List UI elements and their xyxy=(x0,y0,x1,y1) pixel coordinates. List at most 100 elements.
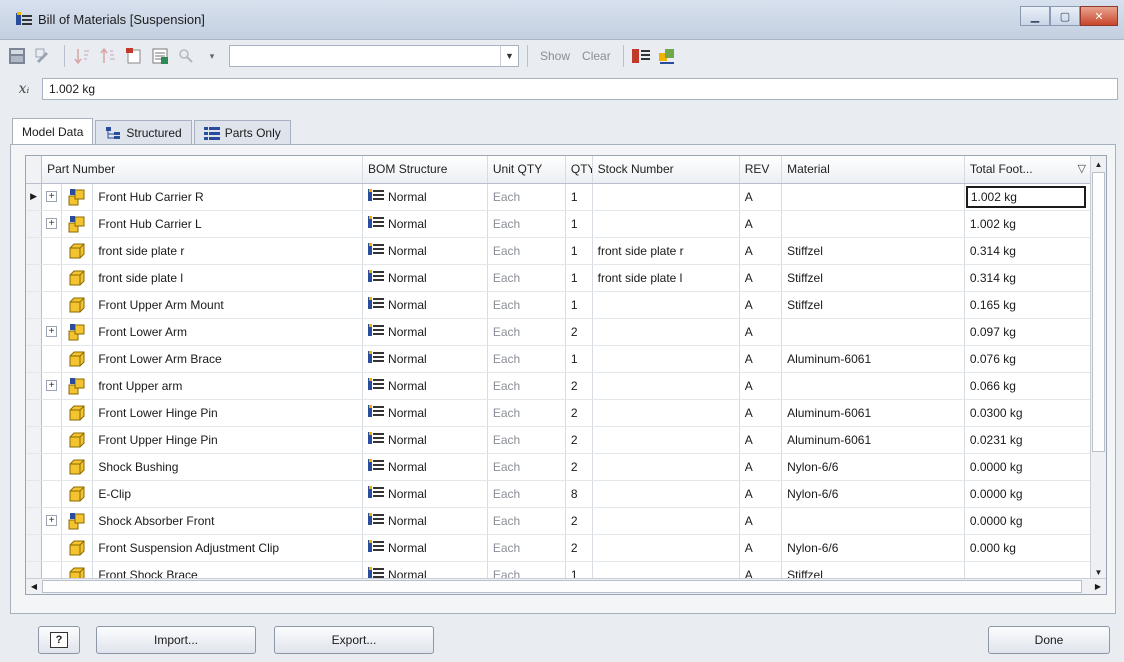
unit-qty-cell[interactable]: Each xyxy=(487,237,566,265)
table-row[interactable]: front side plate r Normal Each 1 front side … xyxy=(26,237,1093,265)
unit-qty-cell[interactable]: Each xyxy=(487,426,566,454)
qty-cell[interactable]: 2 xyxy=(565,453,593,481)
qty-cell[interactable]: 1 xyxy=(565,264,593,292)
total-foot-cell[interactable]: 0.314 kg xyxy=(964,237,1093,265)
row-selector[interactable] xyxy=(26,426,43,454)
rev-cell[interactable]: A xyxy=(739,183,783,211)
total-foot-cell[interactable]: 0.097 kg xyxy=(964,318,1093,346)
qty-cell[interactable]: 1 xyxy=(565,291,593,319)
material-cell[interactable] xyxy=(781,210,965,238)
qty-cell[interactable]: 1 xyxy=(565,345,593,373)
rev-cell[interactable]: A xyxy=(739,237,783,265)
table-row[interactable]: ▶ + Front Hub Carrier R Normal Each 1 A 1.002 k… xyxy=(26,183,1093,211)
stock-number-cell[interactable] xyxy=(592,426,740,454)
rev-cell[interactable]: A xyxy=(739,534,783,562)
row-selector[interactable] xyxy=(26,399,43,427)
rev-cell[interactable]: A xyxy=(739,507,783,535)
material-cell[interactable]: Aluminum-6061 xyxy=(781,345,965,373)
column-chooser-icon[interactable] xyxy=(630,45,652,67)
export-table-icon[interactable] xyxy=(149,45,171,67)
rev-cell[interactable]: A xyxy=(739,264,783,292)
qty-cell[interactable]: 1 xyxy=(565,210,593,238)
stock-number-cell[interactable] xyxy=(592,507,740,535)
row-selector[interactable] xyxy=(26,372,43,400)
unit-qty-cell[interactable]: Each xyxy=(487,210,566,238)
tab-structured[interactable]: Structured xyxy=(95,120,192,144)
row-selector[interactable] xyxy=(26,480,43,508)
table-row[interactable]: Shock Bushing Normal Each 2 A Nylon-6/6 0.0000… xyxy=(26,453,1093,481)
table-row[interactable]: Front Lower Arm Brace Normal Each 1 A Aluminu… xyxy=(26,345,1093,373)
bom-structure-cell[interactable]: Normal xyxy=(362,480,488,508)
stock-number-cell[interactable] xyxy=(592,480,740,508)
unit-qty-cell[interactable]: Each xyxy=(487,480,566,508)
maximize-button[interactable]: ▢ xyxy=(1050,6,1080,26)
table-row[interactable]: Front Upper Arm Mount Normal Each 1 A Stiffze… xyxy=(26,291,1093,319)
qty-cell[interactable]: 2 xyxy=(565,372,593,400)
stock-number-cell[interactable] xyxy=(592,183,740,211)
material-cell[interactable]: Nylon-6/6 xyxy=(781,453,965,481)
part-number-cell[interactable]: Shock Absorber Front xyxy=(92,507,364,535)
expand-icon[interactable]: + xyxy=(46,326,58,337)
part-number-cell[interactable]: front side plate l xyxy=(92,264,364,292)
clear-button[interactable]: Clear xyxy=(582,49,611,63)
scroll-left-icon[interactable]: ◀ xyxy=(26,579,42,594)
column-header-total-foot[interactable]: Total Foot... ▽ xyxy=(964,156,1093,184)
bom-structure-cell[interactable]: Normal xyxy=(362,345,488,373)
rev-cell[interactable]: A xyxy=(739,210,783,238)
table-row[interactable]: + Shock Absorber Front Normal Each 2 A 0.0000 … xyxy=(26,507,1093,535)
bom-structure-cell[interactable]: Normal xyxy=(362,453,488,481)
expand-icon[interactable]: + xyxy=(46,380,58,391)
expand-icon[interactable]: + xyxy=(46,191,58,202)
scroll-right-icon[interactable]: ▶ xyxy=(1090,579,1106,594)
column-header-material[interactable]: Material xyxy=(781,156,965,184)
table-row[interactable]: + front Upper arm Normal Each 2 A 0.066 kg xyxy=(26,372,1093,400)
rev-cell[interactable]: A xyxy=(739,345,783,373)
stock-number-cell[interactable] xyxy=(592,399,740,427)
sort-descending-icon[interactable] xyxy=(97,45,119,67)
minimize-button[interactable]: ▁ xyxy=(1020,6,1050,26)
total-foot-cell[interactable]: 0.0300 kg xyxy=(964,399,1093,427)
new-item-icon[interactable] xyxy=(123,45,145,67)
bom-structure-cell[interactable]: Normal xyxy=(362,318,488,346)
total-foot-cell[interactable]: 0.314 kg xyxy=(964,264,1093,292)
horizontal-scrollbar[interactable]: ◀ ▶ xyxy=(26,578,1106,594)
part-number-cell[interactable]: front Upper arm xyxy=(92,372,364,400)
stock-number-cell[interactable] xyxy=(592,291,740,319)
done-button[interactable]: Done xyxy=(988,626,1110,654)
row-selector[interactable] xyxy=(26,291,43,319)
row-selector[interactable] xyxy=(26,534,43,562)
unit-qty-cell[interactable]: Each xyxy=(487,291,566,319)
expand-cell[interactable]: + xyxy=(41,318,63,346)
help-button[interactable]: ? xyxy=(38,626,80,654)
qty-cell[interactable]: 8 xyxy=(565,480,593,508)
bom-structure-cell[interactable]: Normal xyxy=(362,291,488,319)
table-row[interactable]: E-Clip Normal Each 8 A Nylon-6/6 0.0000 kg xyxy=(26,480,1093,508)
table-row[interactable]: Front Suspension Adjustment Clip Normal Ea… xyxy=(26,534,1093,562)
expand-icon[interactable]: + xyxy=(46,515,58,526)
bom-structure-cell[interactable]: Normal xyxy=(362,372,488,400)
filter-icon[interactable]: ▽ xyxy=(1078,162,1086,175)
row-selector[interactable] xyxy=(26,507,43,535)
table-row[interactable]: + Front Lower Arm Normal Each 2 A 0.097 kg xyxy=(26,318,1093,346)
column-header-bom-structure[interactable]: BOM Structure xyxy=(362,156,488,184)
row-selector[interactable] xyxy=(26,345,43,373)
column-header-rev[interactable]: REV xyxy=(739,156,783,184)
material-cell[interactable]: Nylon-6/6 xyxy=(781,480,965,508)
part-number-cell[interactable]: Shock Bushing xyxy=(92,453,364,481)
table-row[interactable]: Front Lower Hinge Pin Normal Each 2 A Aluminu… xyxy=(26,399,1093,427)
bom-structure-cell[interactable]: Normal xyxy=(362,210,488,238)
part-number-merge-icon[interactable] xyxy=(656,45,678,67)
property-value-field[interactable]: 1.002 kg xyxy=(42,78,1118,100)
table-row[interactable]: Front Upper Hinge Pin Normal Each 2 A Aluminu… xyxy=(26,426,1093,454)
edit-icon[interactable] xyxy=(32,45,54,67)
stock-number-cell[interactable] xyxy=(592,453,740,481)
material-cell[interactable] xyxy=(781,507,965,535)
material-cell[interactable]: Nylon-6/6 xyxy=(781,534,965,562)
part-number-cell[interactable]: front side plate r xyxy=(92,237,364,265)
qty-cell[interactable]: 1 xyxy=(565,237,593,265)
stock-number-cell[interactable] xyxy=(592,318,740,346)
import-button[interactable]: Import... xyxy=(96,626,256,654)
view-filter-combo[interactable]: ▼ xyxy=(229,45,519,67)
rev-cell[interactable]: A xyxy=(739,291,783,319)
material-cell[interactable] xyxy=(781,183,965,211)
